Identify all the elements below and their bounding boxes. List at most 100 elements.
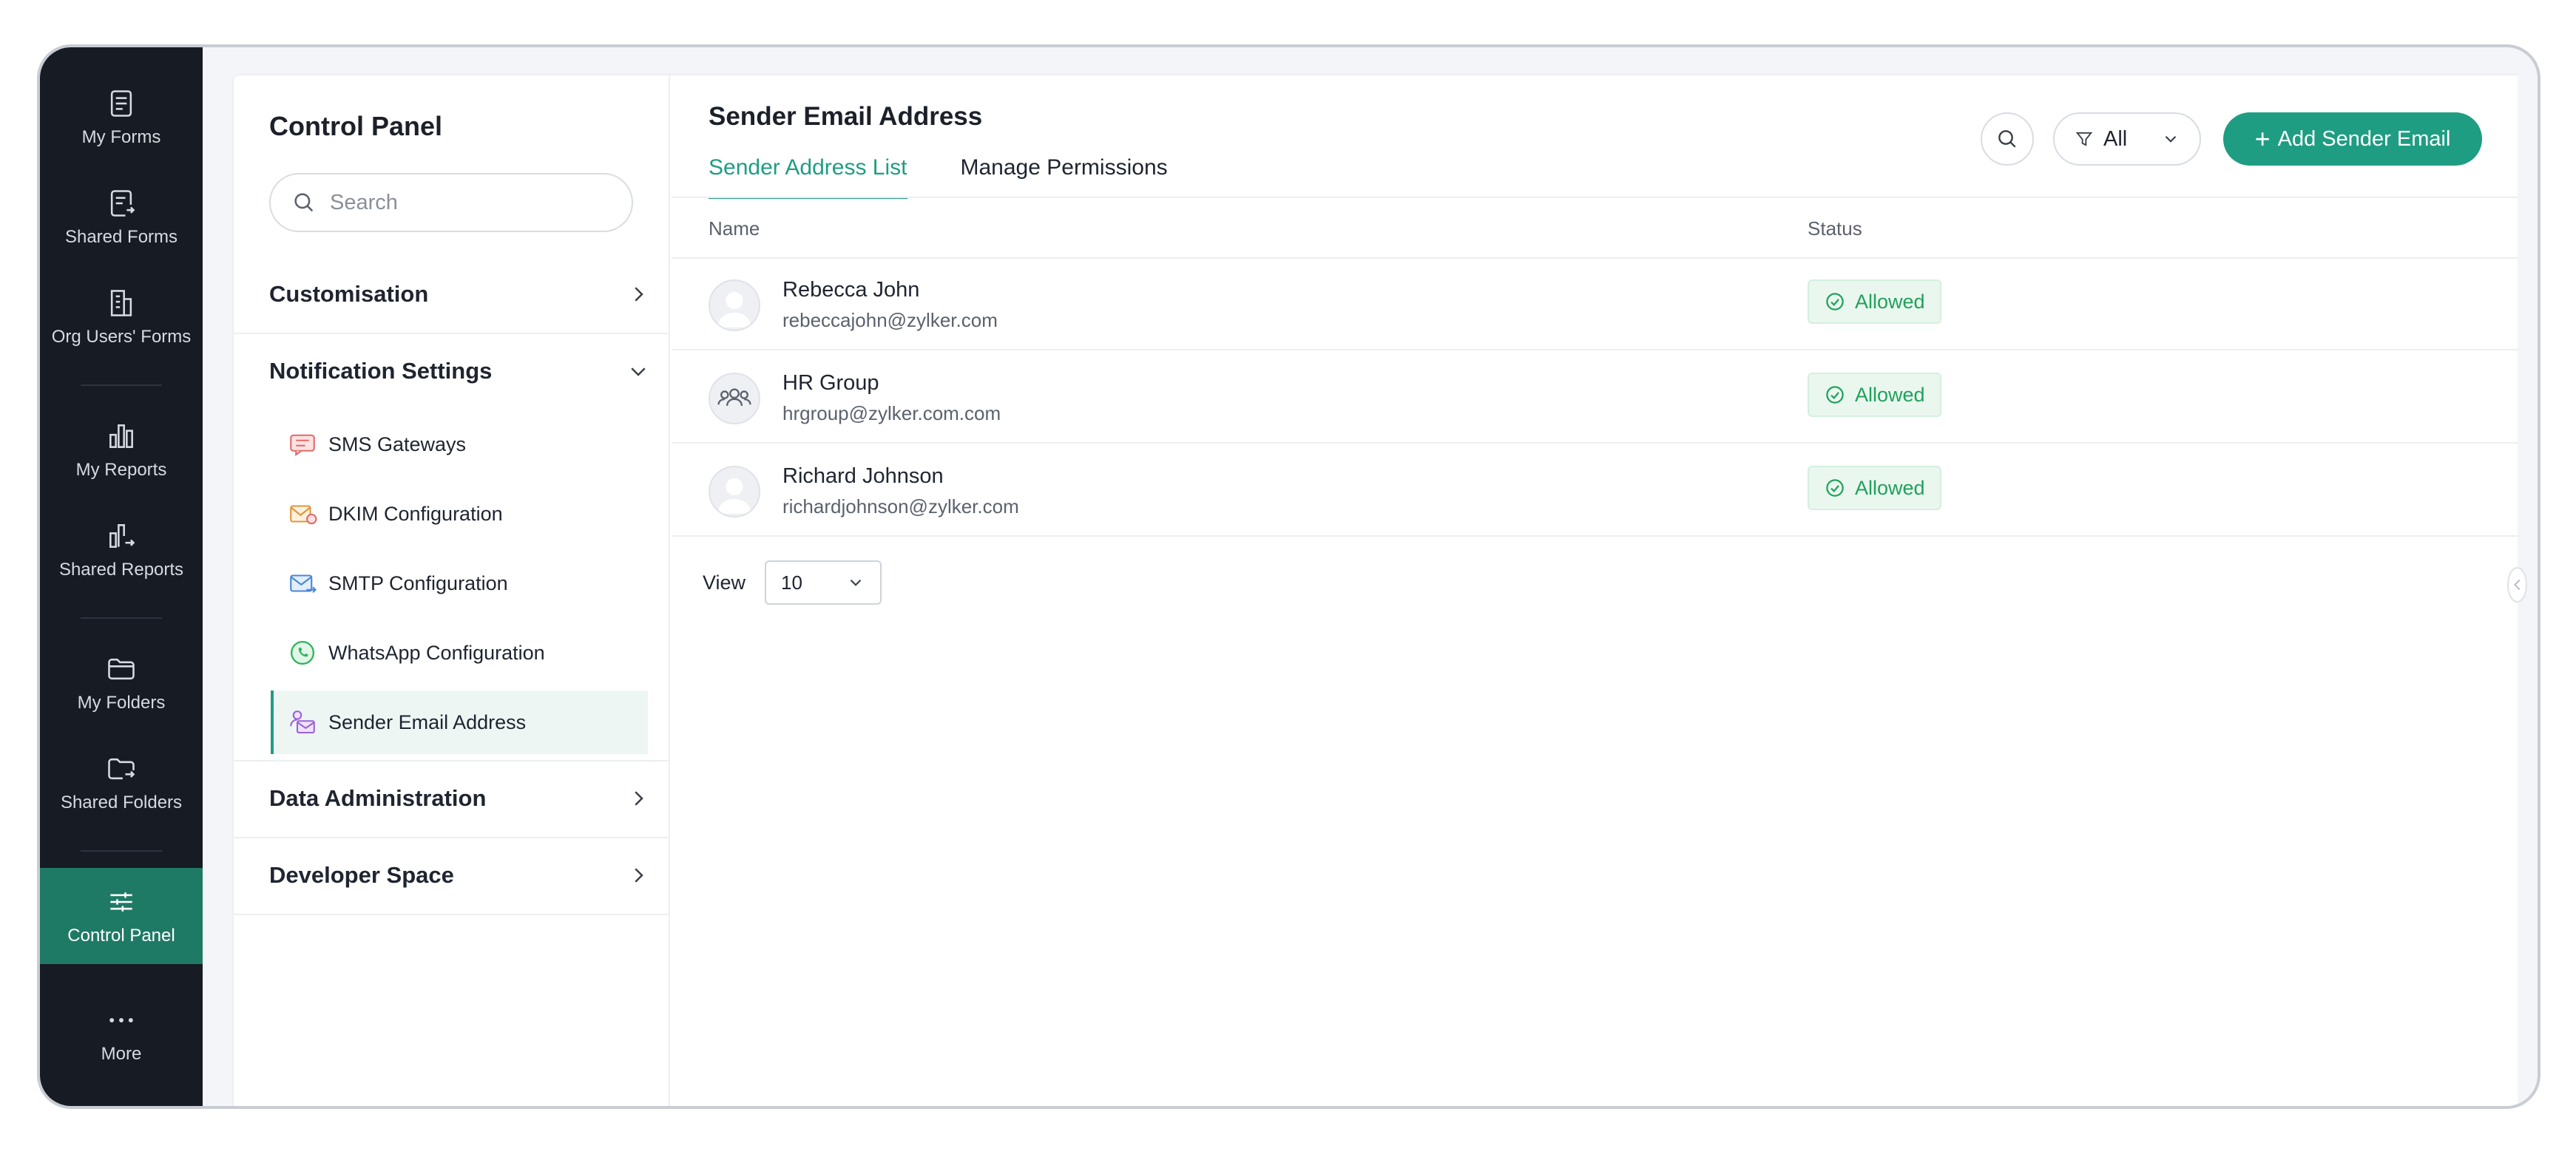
add-sender-email-button[interactable]: + Add Sender Email: [2223, 112, 2482, 166]
column-header-name: Name: [709, 217, 760, 240]
rail-separator: [81, 850, 162, 852]
check-circle-icon: [1826, 386, 1844, 404]
sub-item-label: SMS Gateways: [328, 432, 467, 455]
section-data-administration[interactable]: Data Administration: [234, 760, 670, 837]
avatar: [709, 373, 760, 424]
sms-icon: [290, 434, 315, 457]
rail-separator: [81, 384, 162, 386]
rail-item-my-folders[interactable]: My Folders: [40, 635, 203, 731]
rail-item-label: My Folders: [77, 693, 166, 713]
chevron-right-icon: [635, 287, 643, 302]
control-panel-nav: Control Panel Customisation Notification…: [234, 75, 670, 1106]
chevron-left-icon: [2513, 579, 2521, 591]
page-title: Sender Email Address: [709, 102, 983, 131]
search-button[interactable]: [1981, 112, 2034, 166]
sub-item-whatsapp-configuration[interactable]: WhatsApp Configuration: [271, 621, 648, 685]
rail-item-my-reports[interactable]: My Reports: [40, 402, 203, 498]
rail-item-label: My Reports: [75, 460, 167, 480]
prev-page-button[interactable]: [2507, 567, 2528, 603]
row-name: Richard Johnson: [782, 464, 944, 488]
app-window: My Forms Shared Forms Org Users' Forms M…: [37, 44, 2540, 1109]
sub-item-dkim-configuration[interactable]: DKIM Configuration: [271, 482, 648, 546]
rail-item-more[interactable]: More: [40, 986, 203, 1082]
row-email: rebeccajohn@zylker.com: [782, 309, 998, 331]
left-rail: My Forms Shared Forms Org Users' Forms M…: [40, 47, 203, 1106]
avatar: [709, 466, 760, 518]
more-icon: [109, 1018, 133, 1022]
page-size-value: 10: [781, 571, 802, 594]
column-header-status: Status: [1808, 217, 1862, 240]
rail-item-shared-reports[interactable]: Shared Reports: [40, 502, 203, 598]
folder-icon: [108, 658, 135, 680]
sub-item-sms-gateways[interactable]: SMS Gateways: [271, 413, 648, 476]
avatar: [709, 279, 760, 331]
filter-value: All: [2103, 126, 2128, 151]
sender-email-icon: [290, 710, 315, 734]
user-avatar-icon: [717, 478, 752, 514]
section-label: Data Administration: [269, 785, 487, 811]
main-content: Sender Email Address Sender Address List…: [672, 75, 2528, 1106]
tab-manage-permissions[interactable]: Manage Permissions: [961, 155, 1168, 199]
nav-title: Control Panel: [269, 111, 443, 141]
plus-icon: +: [2254, 123, 2271, 154]
table-row[interactable]: Richard Johnson richardjohnson@zylker.co…: [672, 445, 2518, 537]
sub-item-smtp-configuration[interactable]: SMTP Configuration: [271, 552, 648, 615]
rail-item-shared-forms[interactable]: Shared Forms: [40, 169, 203, 265]
rail-item-label: Shared Reports: [58, 560, 184, 580]
content-panel: Control Panel Customisation Notification…: [232, 74, 2528, 1106]
whatsapp-icon: [290, 640, 315, 665]
rail-item-label: Org Users' Forms: [51, 327, 192, 347]
shared-form-icon: [110, 190, 135, 217]
rail-item-shared-folders[interactable]: Shared Folders: [40, 735, 203, 831]
page-size-control: View 10: [703, 560, 882, 605]
rail-separator: [81, 617, 162, 619]
user-avatar-icon: [717, 291, 752, 328]
sub-item-label: DKIM Configuration: [328, 502, 503, 525]
section-developer-space[interactable]: Developer Space: [234, 837, 670, 914]
sub-item-sender-email-address[interactable]: Sender Email Address: [271, 691, 648, 754]
search-icon: [1998, 130, 2016, 148]
sub-item-label: Sender Email Address: [328, 710, 527, 733]
row-email: richardjohnson@zylker.com: [782, 495, 1019, 518]
status-badge: Allowed: [1808, 373, 1941, 417]
rail-item-org-users-forms[interactable]: Org Users' Forms: [40, 269, 203, 365]
status-text: Allowed: [1855, 290, 1925, 313]
add-button-label: Add Sender Email: [2277, 126, 2451, 151]
nav-search-box[interactable]: [269, 173, 633, 232]
chevron-down-icon: [850, 579, 862, 586]
row-name: HR Group: [782, 371, 879, 395]
nav-search-input[interactable]: [330, 190, 596, 215]
chevron-right-icon: [635, 791, 643, 806]
view-label: View: [703, 571, 746, 594]
section-customisation[interactable]: Customisation: [234, 256, 670, 333]
row-name: Rebecca John: [782, 278, 920, 302]
table-row[interactable]: Rebecca John rebeccajohn@zylker.com Allo…: [672, 259, 2518, 350]
sub-item-label: SMTP Configuration: [328, 571, 508, 594]
shared-report-icon: [109, 524, 135, 548]
sliders-icon: [110, 892, 132, 912]
rail-item-label: Shared Forms: [64, 227, 178, 247]
tab-sender-address-list[interactable]: Sender Address List: [709, 155, 907, 199]
rail-item-control-panel[interactable]: Control Panel: [40, 868, 203, 964]
page-size-select[interactable]: 10: [765, 560, 882, 605]
rail-item-my-forms[interactable]: My Forms: [40, 69, 203, 166]
group-avatar-icon: [717, 388, 751, 406]
bar-chart-icon: [109, 424, 133, 448]
rail-item-label: Control Panel: [67, 926, 175, 946]
status-text: Allowed: [1855, 476, 1925, 499]
section-label: Customisation: [269, 281, 429, 307]
divider: [672, 197, 2518, 198]
rail-item-label: More: [101, 1044, 142, 1064]
check-circle-icon: [1826, 293, 1844, 311]
status-filter-dropdown[interactable]: All: [2053, 112, 2201, 166]
row-email: hrgroup@zylker.com.com: [782, 402, 1001, 424]
chevron-right-icon: [635, 868, 643, 883]
check-circle-icon: [1826, 479, 1844, 497]
dkim-icon: [290, 505, 317, 525]
pagination: 1 to 3 of 3: [2507, 566, 2538, 603]
section-notification-settings[interactable]: Notification Settings: [234, 333, 670, 410]
table-row[interactable]: HR Group hrgroup@zylker.com.com Allowed: [672, 352, 2518, 444]
chevron-down-icon: [2165, 135, 2177, 143]
section-label: Notification Settings: [269, 358, 493, 384]
status-text: Allowed: [1855, 383, 1925, 406]
